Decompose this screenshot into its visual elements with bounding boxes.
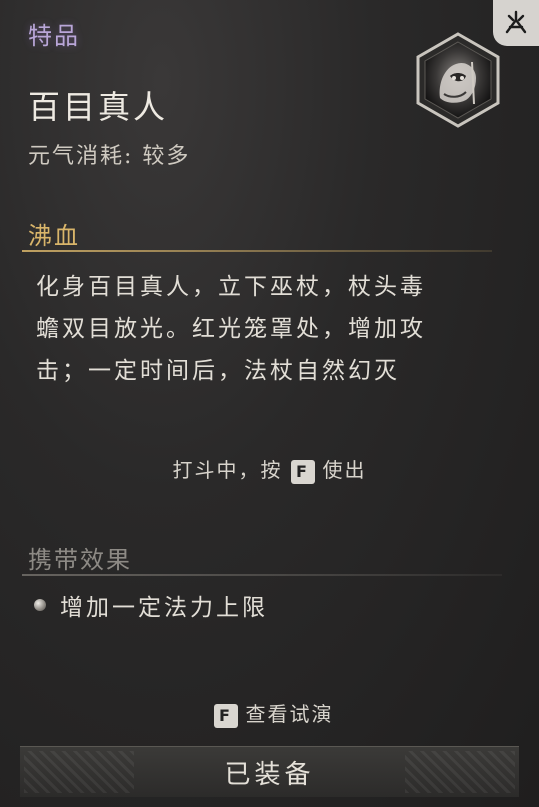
rarity-label: 特品 bbox=[28, 22, 80, 50]
f-key-icon: F bbox=[290, 459, 315, 484]
f-key-icon: F bbox=[213, 703, 238, 728]
combat-hint: 打斗中，按 F 使出 bbox=[0, 454, 539, 484]
equip-button[interactable]: 已装备 bbox=[20, 746, 519, 797]
description-line: 击；一定时间后，法杖自然幻灭 bbox=[36, 358, 400, 384]
description-line: 蟾双目放光。红光笼罩处，增加攻 bbox=[36, 316, 426, 342]
carry-divider bbox=[22, 574, 502, 576]
hint-suffix: 使出 bbox=[322, 458, 367, 482]
spirit-cost: 元气消耗: 较多 bbox=[28, 138, 190, 170]
preview-label: 查看试演 bbox=[245, 702, 334, 726]
bullet-icon bbox=[34, 599, 46, 611]
equip-label: 已装备 bbox=[224, 759, 315, 790]
description-line: 化身百目真人，立下巫杖，杖头毒 bbox=[36, 274, 426, 300]
hundred-eyed-taoist-portrait-icon bbox=[416, 32, 500, 128]
ability-divider bbox=[22, 250, 492, 252]
cost-value: 较多 bbox=[142, 144, 191, 169]
item-name: 百目真人 bbox=[28, 88, 169, 126]
carry-effect-text: 增加一定法力上限 bbox=[60, 595, 268, 621]
hint-prefix: 打斗中，按 bbox=[172, 458, 283, 482]
carry-effect-item: 增加一定法力上限 bbox=[34, 588, 268, 622]
item-detail-panel: 特品 百目真人 元气消耗: 较多 沸血 化身百目真人，立下巫杖，杖头毒 蟾双目放… bbox=[0, 0, 539, 807]
ability-description: 化身百目真人，立下巫杖，杖头毒 蟾双目放光。红光笼罩处，增加攻 击；一定时间后，… bbox=[36, 266, 506, 392]
carry-effect-title: 携带效果 bbox=[28, 546, 132, 574]
ability-title: 沸血 bbox=[28, 222, 80, 250]
preview-button[interactable]: F 查看试演 bbox=[0, 698, 539, 728]
cost-label: 元气消耗: bbox=[28, 144, 134, 169]
spirit-portrait bbox=[410, 32, 506, 128]
